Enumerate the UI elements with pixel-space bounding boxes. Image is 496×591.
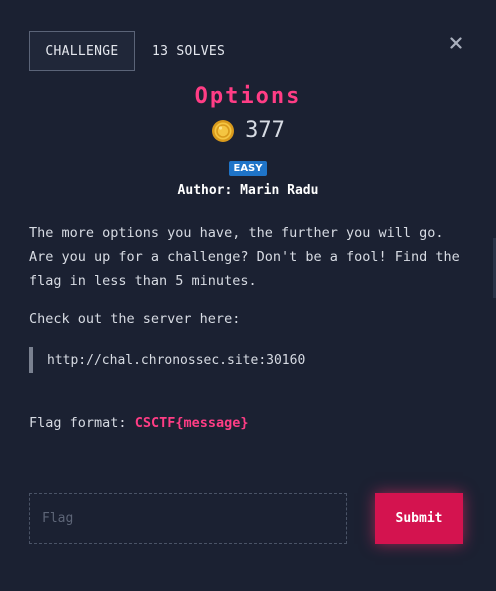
server-blockquote: http://chal.chronossec.site:30160: [29, 347, 305, 373]
points-value: 377: [245, 118, 285, 143]
tab-challenge[interactable]: CHALLENGE: [29, 31, 135, 71]
challenge-modal: CHALLENGE 13 SOLVES Options 377 EASY Aut…: [0, 0, 496, 591]
challenge-author: Author: Marin Radu: [177, 183, 319, 198]
flag-input[interactable]: [29, 493, 347, 544]
tab-bar: CHALLENGE 13 SOLVES: [29, 31, 225, 71]
challenge-description: The more options you have, the further y…: [29, 225, 460, 289]
flag-format-value: CSCTF{message}: [134, 415, 249, 431]
blockquote-bar: [29, 347, 33, 373]
tab-solves[interactable]: 13 SOLVES: [135, 31, 225, 71]
challenge-title: Options: [194, 84, 302, 109]
tab-challenge-label: CHALLENGE: [45, 43, 119, 59]
flag-format-label: Flag format:: [29, 415, 127, 431]
difficulty-row: EASY: [0, 161, 496, 176]
difficulty-badge: EASY: [229, 161, 267, 176]
server-url: http://chal.chronossec.site:30160: [47, 352, 306, 368]
tab-solves-label: 13 SOLVES: [152, 43, 226, 59]
close-icon: [450, 37, 462, 49]
flag-format: Flag format: CSCTF{message}: [29, 415, 248, 431]
challenge-points: 377: [0, 118, 496, 143]
close-button[interactable]: [447, 34, 465, 52]
submit-button[interactable]: Submit: [375, 493, 463, 544]
server-label: Check out the server here:: [29, 311, 241, 327]
coin-icon: [212, 119, 235, 142]
